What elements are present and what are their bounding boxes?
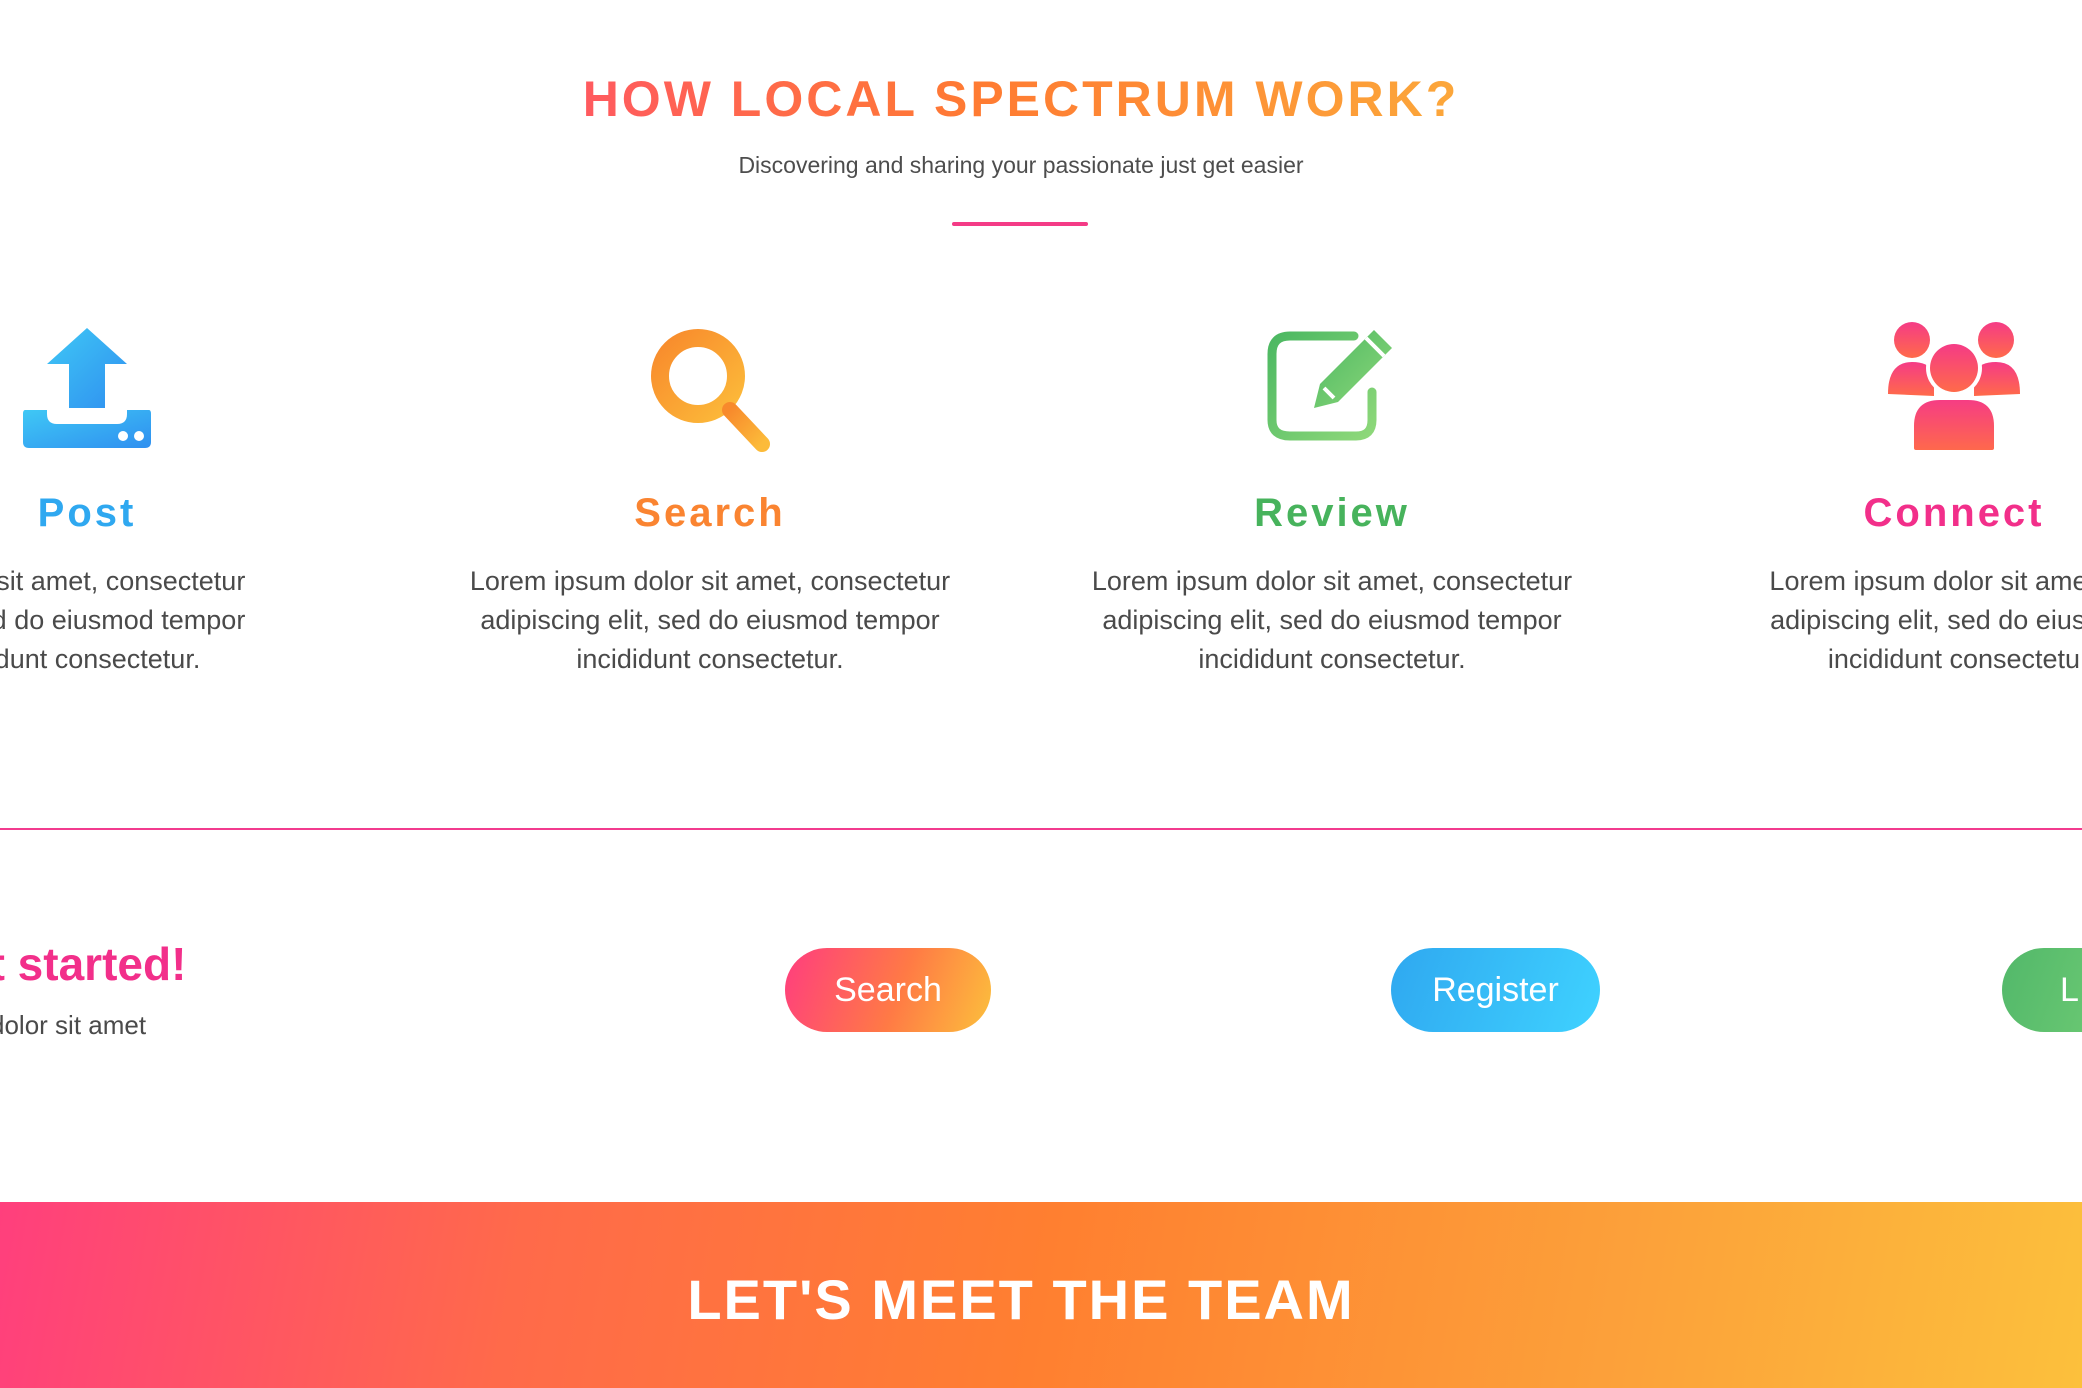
- feature-search: Search Lorem ipsum dolor sit amet, conse…: [430, 318, 990, 679]
- feature-title-search: Search: [634, 491, 786, 535]
- title-underline: [952, 222, 1088, 226]
- desc-line: adipiscing elit, sed do eiusmod tempor: [480, 605, 940, 635]
- feature-title-review: Review: [1254, 491, 1410, 535]
- desc-line: incididunt consectetur.: [576, 644, 844, 674]
- search-icon: [640, 318, 780, 458]
- desc-line: lit, sed do eiusmod tempor: [0, 605, 246, 635]
- page: HOW LOCAL SPECTRUM WORK? Discovering and…: [0, 0, 2082, 1388]
- feature-title-post: Post: [37, 491, 137, 535]
- desc-line: adipiscing elit, sed do eiusmod tempor: [1102, 605, 1562, 635]
- users-icon: [1884, 318, 2024, 458]
- register-button[interactable]: Register: [1391, 948, 1600, 1032]
- section-header: HOW LOCAL SPECTRUM WORK?: [0, 62, 2042, 136]
- feature-desc-post: dolor sit amet, consectetur lit, sed do …: [0, 562, 357, 679]
- feature-review: Review Lorem ipsum dolor sit amet, conse…: [1052, 318, 1612, 679]
- edit-icon: [1262, 318, 1402, 458]
- feature-desc-review: Lorem ipsum dolor sit amet, consectetur …: [1062, 562, 1602, 679]
- desc-line: didunt consectetur.: [0, 644, 201, 674]
- desc-line: dolor sit amet, consectetur: [0, 566, 246, 596]
- desc-line: Lorem ipsum dolor sit amet, consectetur: [469, 566, 951, 596]
- feature-title-connect: Connect: [1863, 491, 2045, 535]
- login-button[interactable]: L: [2002, 948, 2082, 1032]
- feature-connect: Connect Lorem ipsum dolor sit amet, co a…: [1674, 318, 2082, 679]
- desc-line: adipiscing elit, sed do eiusmod: [1770, 605, 2082, 635]
- section-title: HOW LOCAL SPECTRUM WORK?: [583, 62, 1460, 136]
- feature-desc-connect: Lorem ipsum dolor sit amet, co adipiscin…: [1684, 562, 2082, 679]
- desc-line: Lorem ipsum dolor sit amet, co: [1769, 566, 2082, 596]
- search-button[interactable]: Search: [785, 948, 991, 1032]
- feature-post: Post dolor sit amet, consectetur lit, se…: [0, 318, 367, 679]
- desc-line: incididunt consectetur.: [1198, 644, 1466, 674]
- desc-line: Lorem ipsum dolor sit amet, consectetur: [1091, 566, 1573, 596]
- section-divider: [0, 828, 2082, 830]
- desc-line: incididunt consectetu: [1827, 644, 2081, 674]
- get-started-subtitle: dolor sit amet: [0, 1010, 147, 1040]
- feature-desc-search: Lorem ipsum dolor sit amet, consectetur …: [440, 562, 980, 679]
- team-title: LET'S MEET THE TEAM: [687, 1268, 1355, 1331]
- get-started-title: et started!: [0, 938, 187, 990]
- section-subtitle: Discovering and sharing your passionate …: [738, 152, 1304, 178]
- upload-icon: [17, 318, 157, 458]
